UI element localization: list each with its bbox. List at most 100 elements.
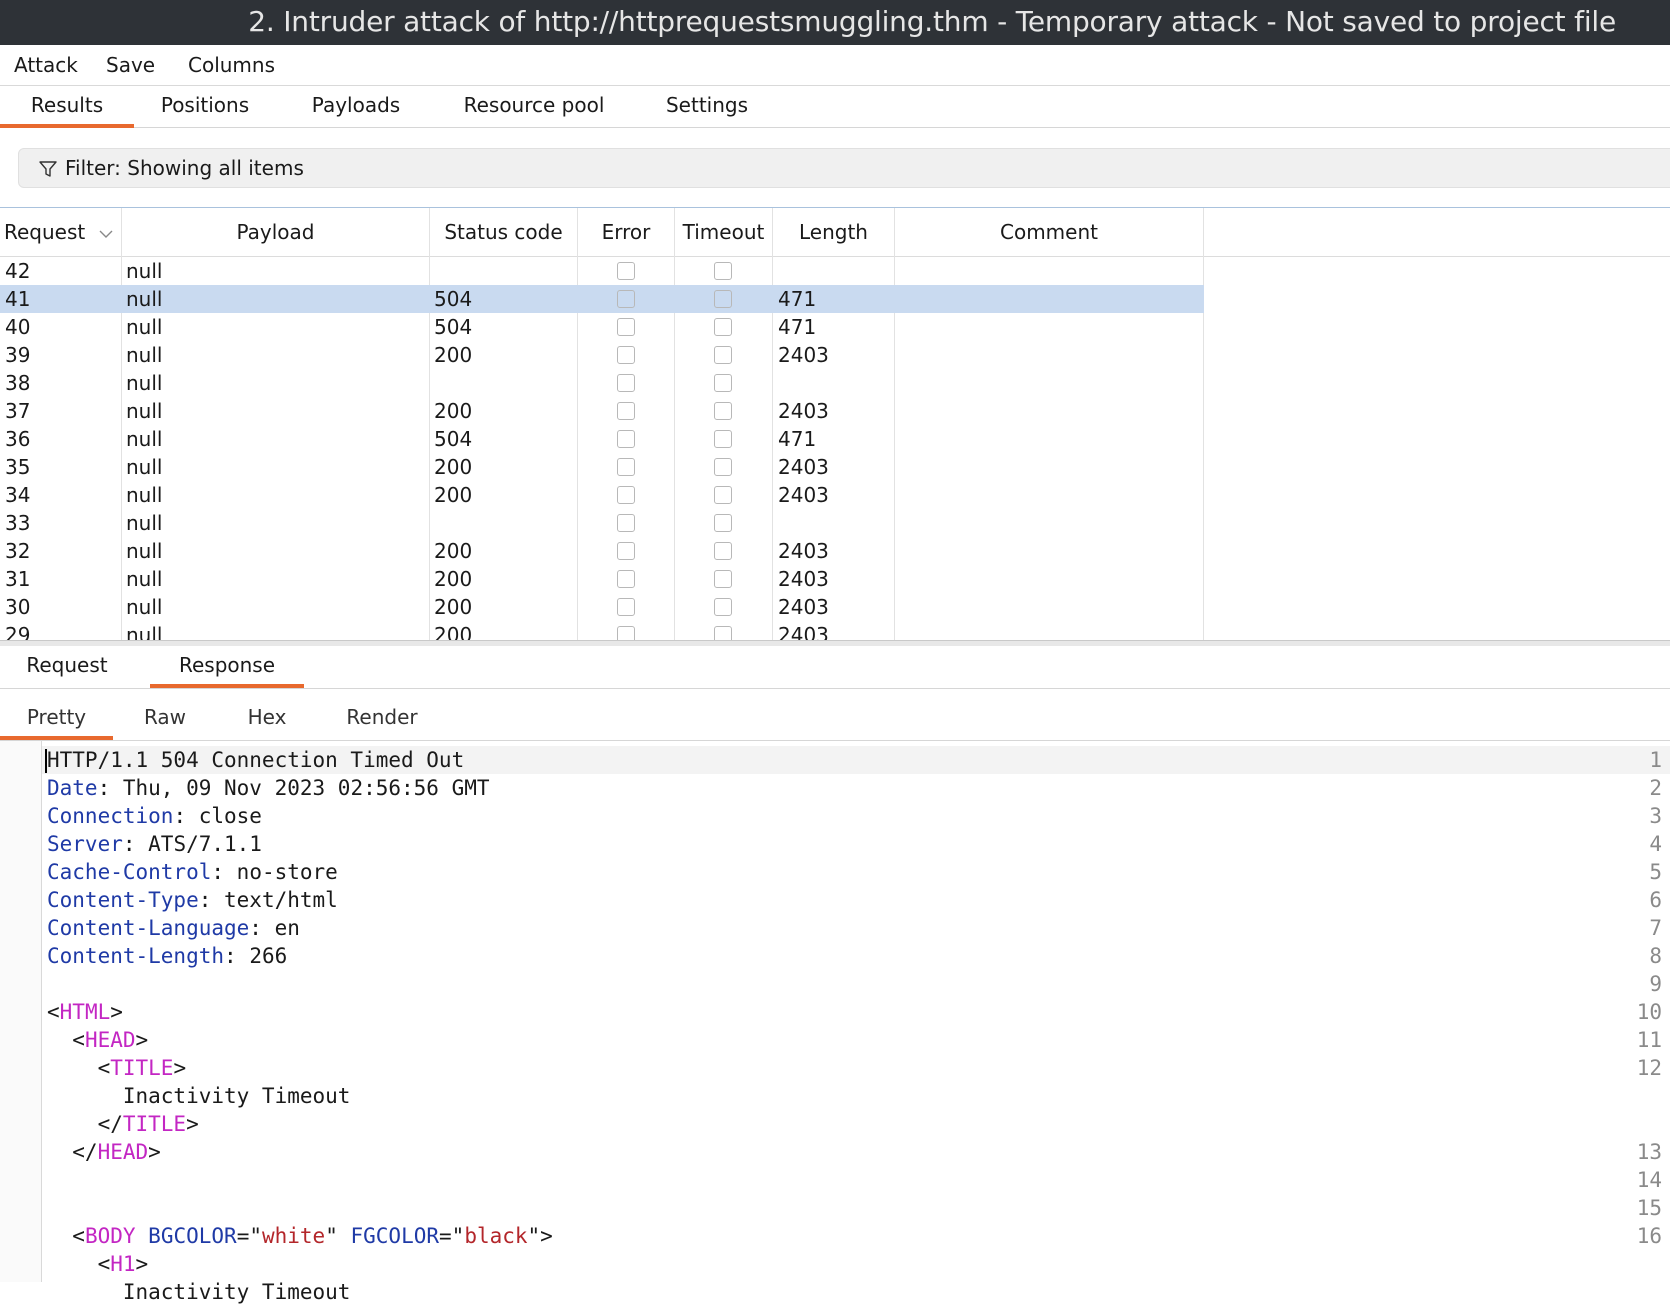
timeout-checkbox[interactable] — [714, 570, 732, 588]
error-checkbox[interactable] — [617, 514, 635, 532]
code-line: <HTML> — [47, 1000, 123, 1024]
cell-status-code: 200 — [434, 567, 473, 591]
header-value: no-store — [236, 860, 338, 884]
timeout-checkbox[interactable] — [714, 374, 732, 392]
table-row[interactable]: 42 null — [0, 257, 1204, 285]
tab-payloads[interactable]: Payloads — [298, 86, 414, 124]
detail-tabs: Request Response — [0, 646, 1670, 689]
line-number: 10 — [1636, 1000, 1662, 1024]
header-line: Content-Length: 266 — [47, 944, 288, 968]
error-checkbox[interactable] — [617, 626, 635, 640]
table-row[interactable]: 31 null 200 2403 — [0, 565, 1204, 593]
h1-tag: H1 — [110, 1252, 136, 1276]
code-line: Inactivity Timeout — [47, 1082, 351, 1110]
tab-render[interactable]: Render — [334, 698, 430, 736]
tab-pretty[interactable]: Pretty — [0, 698, 113, 740]
cell-payload: null — [126, 483, 163, 507]
tab-request[interactable]: Request — [14, 646, 120, 684]
menu-columns[interactable]: Columns — [188, 45, 275, 85]
error-checkbox[interactable] — [617, 598, 635, 616]
cell-payload: null — [126, 287, 163, 311]
table-row[interactable]: 35 null 200 2403 — [0, 453, 1204, 481]
tab-response[interactable]: Response — [150, 646, 304, 688]
tab-settings[interactable]: Settings — [652, 86, 762, 124]
timeout-checkbox[interactable] — [714, 626, 732, 640]
error-checkbox[interactable] — [617, 374, 635, 392]
cell-status-code: 200 — [434, 595, 473, 619]
col-header-comment[interactable]: Comment — [895, 208, 1204, 256]
col-header-payload[interactable]: Payload — [122, 208, 430, 256]
cell-request: 41 — [5, 287, 31, 311]
error-checkbox[interactable] — [617, 486, 635, 504]
line-number: 15 — [1636, 1196, 1662, 1220]
table-row[interactable]: 34 null 200 2403 — [0, 481, 1204, 509]
response-editor[interactable]: 1 2 3 4 5 6 7 8 9 10 11 12 13 14 15 16 H… — [0, 741, 1670, 1304]
tab-raw[interactable]: Raw — [130, 698, 200, 736]
results-table: Request Payload Status code Error Timeou… — [0, 207, 1670, 640]
table-row[interactable]: 37 null 200 2403 — [0, 397, 1204, 425]
timeout-checkbox[interactable] — [714, 458, 732, 476]
cell-payload: null — [126, 399, 163, 423]
col-header-request[interactable]: Request — [0, 208, 122, 256]
h1-text: Inactivity Timeout — [122, 1280, 351, 1304]
timeout-checkbox[interactable] — [714, 542, 732, 560]
error-checkbox[interactable] — [617, 458, 635, 476]
cell-payload: null — [126, 343, 163, 367]
error-checkbox[interactable] — [617, 346, 635, 364]
code-line: </HEAD> — [47, 1140, 161, 1164]
error-checkbox[interactable] — [617, 262, 635, 280]
cell-payload: null — [126, 539, 163, 563]
menu-save[interactable]: Save — [106, 45, 155, 85]
error-checkbox[interactable] — [617, 402, 635, 420]
head-tag: HEAD — [84, 1028, 136, 1052]
tab-positions[interactable]: Positions — [150, 86, 260, 124]
table-row[interactable]: 40 null 504 471 — [0, 313, 1204, 341]
cell-length: 2403 — [778, 567, 829, 591]
timeout-checkbox[interactable] — [714, 402, 732, 420]
line-number: 14 — [1636, 1168, 1662, 1192]
error-checkbox[interactable] — [617, 430, 635, 448]
timeout-checkbox[interactable] — [714, 318, 732, 336]
tab-resource-pool[interactable]: Resource pool — [454, 86, 614, 124]
table-row[interactable]: 36 null 504 471 — [0, 425, 1204, 453]
menu-attack[interactable]: Attack — [14, 45, 78, 85]
timeout-checkbox[interactable] — [714, 290, 732, 308]
error-checkbox[interactable] — [617, 542, 635, 560]
table-row[interactable]: 38 null — [0, 369, 1204, 397]
tab-hex[interactable]: Hex — [232, 698, 302, 736]
line-number: 7 — [1649, 916, 1662, 940]
table-row[interactable]: 33 null — [0, 509, 1204, 537]
table-row[interactable]: 30 null 200 2403 — [0, 593, 1204, 621]
timeout-checkbox[interactable] — [714, 486, 732, 504]
code-line: <H1> — [47, 1252, 149, 1276]
col-header-status-code[interactable]: Status code — [430, 208, 578, 256]
error-checkbox[interactable] — [617, 290, 635, 308]
timeout-checkbox[interactable] — [714, 598, 732, 616]
cell-length: 471 — [778, 427, 817, 451]
status-line-text: HTTP/1.1 504 Connection Timed Out — [47, 748, 465, 772]
timeout-checkbox[interactable] — [714, 514, 732, 532]
menu-bar: Attack Save Columns — [0, 45, 1670, 86]
header-line: Date: Thu, 09 Nov 2023 02:56:56 GMT — [47, 776, 490, 800]
code-line: </TITLE> — [47, 1112, 199, 1136]
timeout-checkbox[interactable] — [714, 430, 732, 448]
col-header-timeout[interactable]: Timeout — [675, 208, 773, 256]
tab-results[interactable]: Results — [0, 86, 134, 128]
table-row[interactable]: 29 null 200 2403 — [0, 621, 1204, 640]
col-header-error[interactable]: Error — [578, 208, 675, 256]
line-number: 6 — [1649, 888, 1662, 912]
col-header-length[interactable]: Length — [773, 208, 895, 256]
table-row[interactable]: 41 null 504 471 — [0, 285, 1204, 313]
timeout-checkbox[interactable] — [714, 262, 732, 280]
timeout-checkbox[interactable] — [714, 346, 732, 364]
header-name: Content-Language — [47, 916, 250, 940]
error-checkbox[interactable] — [617, 318, 635, 336]
table-row[interactable]: 39 null 200 2403 — [0, 341, 1204, 369]
cell-request: 30 — [5, 595, 31, 619]
cell-length: 471 — [778, 287, 817, 311]
header-line: Connection: close — [47, 804, 262, 828]
error-checkbox[interactable] — [617, 570, 635, 588]
filter-bar[interactable]: Filter: Showing all items — [18, 148, 1670, 188]
cell-status-code: 504 — [434, 287, 473, 311]
table-row[interactable]: 32 null 200 2403 — [0, 537, 1204, 565]
